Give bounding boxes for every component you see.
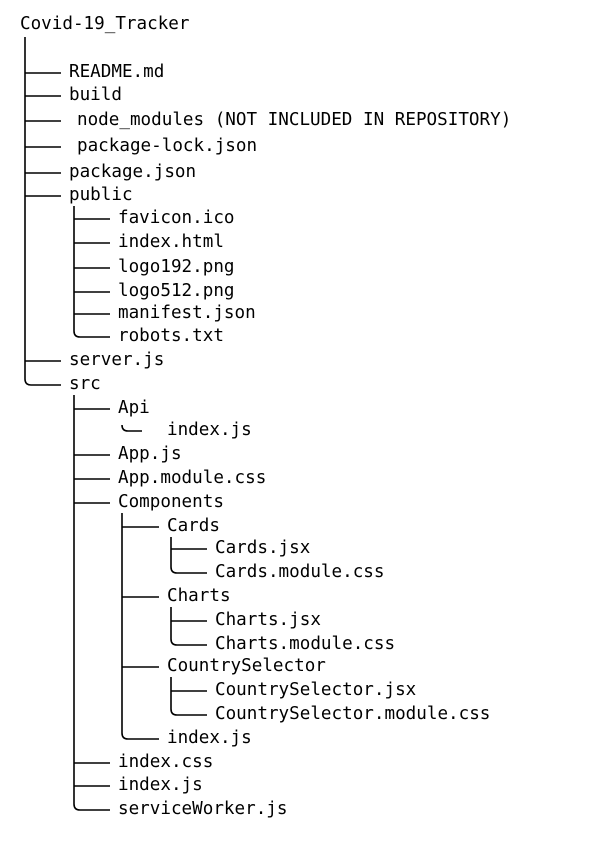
tree-node-label: Cards (167, 516, 220, 536)
tree-node-label: public (69, 185, 133, 205)
tree-node-label: CountrySelector (167, 656, 326, 676)
tree-branch-corner (121, 732, 159, 740)
tree-node-label: index.js (167, 420, 252, 440)
tree-branch-corner (24, 378, 61, 386)
tree-node-label: package.json (69, 162, 197, 182)
tree-node-label: Charts.module.css (215, 634, 396, 654)
tree-node-label: index.js (118, 775, 203, 795)
tree-node-label: manifest.json (118, 303, 256, 323)
tree-branch-corner (170, 638, 207, 646)
tree-branch-corner (170, 708, 207, 716)
tree-node-label: README.md (69, 62, 165, 82)
directory-tree: Covid-19_Tracker README.md build node_modu… (0, 0, 596, 842)
tree-node-label: favicon.ico (118, 208, 235, 228)
tree-node-label: App.module.css (118, 468, 267, 488)
tree-node-label: node_modules (NOT INCLUDED IN REPOSITORY… (77, 110, 512, 130)
tree-node-label: CountrySelector.module.css (215, 704, 491, 724)
tree-node-label: index.css (118, 752, 214, 772)
tree-node-label: package-lock.json (77, 136, 258, 156)
tree-node-label: index.html (118, 232, 224, 252)
tree-node-label: src (69, 374, 101, 394)
tree-branch-corner (73, 803, 110, 811)
tree-node-label: Charts.jsx (215, 610, 321, 630)
tree-node-label: Api (118, 398, 150, 418)
tree-node-label: server.js (69, 350, 165, 370)
tree-node-label: index.js (167, 728, 252, 748)
tree-branch-corner (170, 566, 207, 574)
tree-node-label: Cards.jsx (215, 538, 311, 558)
tree-branch-corner (73, 330, 110, 338)
tree-node-label: logo512.png (118, 281, 235, 301)
tree-node-label: Components (118, 492, 224, 512)
tree-node-label: serviceWorker.js (118, 799, 288, 819)
tree-node-label: App.js (118, 444, 182, 464)
tree-node-label: Cards.module.css (215, 562, 385, 582)
tree-node-label: CountrySelector.jsx (215, 680, 417, 700)
tree-branch-corner (121, 424, 142, 432)
tree-node-label: Charts (167, 586, 231, 606)
tree-node-label: robots.txt (118, 326, 224, 346)
root-folder-title: Covid-19_Tracker (20, 14, 190, 34)
tree-node-label: logo192.png (118, 257, 235, 277)
tree-node-label: build (69, 85, 122, 105)
